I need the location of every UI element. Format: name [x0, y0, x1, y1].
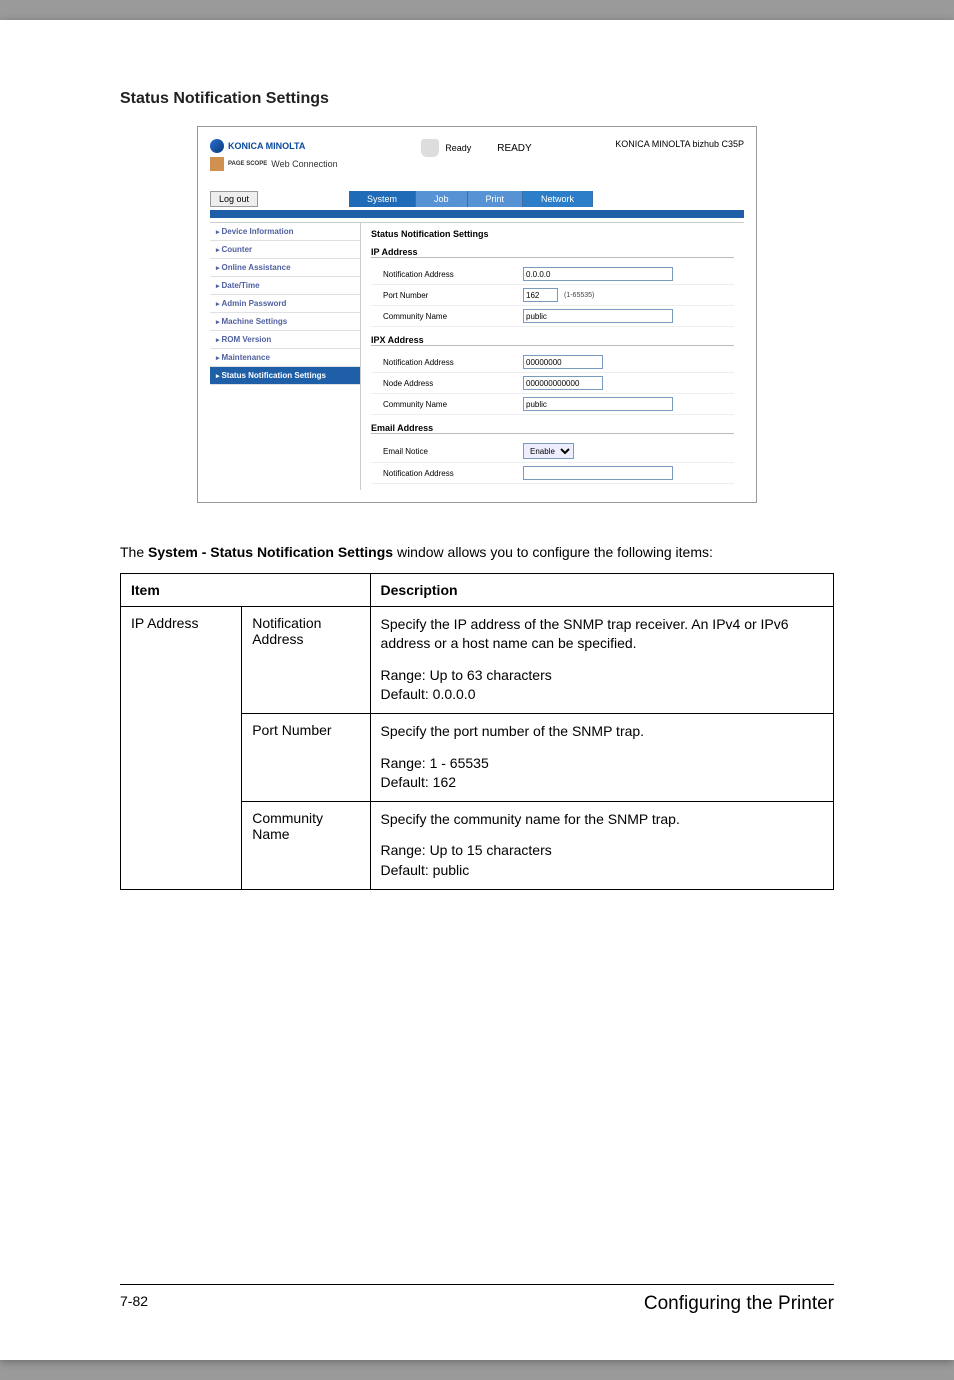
km-logo-text: KONICA MINOLTA — [228, 141, 305, 151]
sidebar-item-machine-settings[interactable]: Machine Settings — [210, 313, 360, 331]
tab-network[interactable]: Network — [523, 191, 593, 207]
blue-bar — [210, 210, 744, 218]
port-input[interactable] — [523, 288, 558, 302]
th-description: Description — [370, 573, 833, 606]
main-heading: Status Notification Settings — [371, 229, 734, 239]
ready-big: READY — [497, 143, 531, 154]
sidebar-item-counter[interactable]: Counter — [210, 241, 360, 259]
cell-sub: Notification Address — [242, 606, 370, 713]
pagescope-icon — [210, 157, 224, 171]
pagescope-text: PAGE SCOPE — [228, 161, 267, 167]
tab-print[interactable]: Print — [468, 191, 524, 207]
ipx-community-input[interactable] — [523, 397, 673, 411]
settings-table: Item Description IP Address Notification… — [120, 573, 834, 890]
ipx-community-label: Community Name — [383, 400, 523, 409]
footer: 7-82 Configuring the Printer — [120, 1284, 834, 1315]
th-item: Item — [121, 573, 371, 606]
sidebar-item-date-time[interactable]: Date/Time — [210, 277, 360, 295]
port-label: Port Number — [383, 291, 523, 300]
cell-desc: Specify the IP address of the SNMP trap … — [370, 606, 833, 713]
email-section-title: Email Address — [371, 423, 734, 434]
cell-desc: Specify the community name for the SNMP … — [370, 801, 833, 889]
cell-sub: Port Number — [242, 713, 370, 801]
ipx-notif-input[interactable] — [523, 355, 603, 369]
ipx-section-title: IPX Address — [371, 335, 734, 346]
ip-section-title: IP Address — [371, 247, 734, 258]
email-notif-label: Notification Address — [383, 469, 523, 478]
cell-item: IP Address — [121, 606, 242, 889]
web-connection-text: Web Connection — [271, 159, 337, 169]
page-number: 7-82 — [120, 1293, 148, 1315]
sidebar-item-admin-password[interactable]: Admin Password — [210, 295, 360, 313]
community-input[interactable] — [523, 309, 673, 323]
cell-sub: Community Name — [242, 801, 370, 889]
model-text: KONICA MINOLTA bizhub C35P — [615, 139, 744, 149]
node-label: Node Address — [383, 379, 523, 388]
km-logo-icon — [210, 139, 224, 153]
tab-job[interactable]: Job — [416, 191, 468, 207]
printer-icon — [421, 139, 439, 157]
notif-addr-input[interactable] — [523, 267, 673, 281]
email-notice-label: Email Notice — [383, 447, 523, 456]
tab-system[interactable]: System — [349, 191, 416, 207]
email-notif-input[interactable] — [523, 466, 673, 480]
sidebar-item-status-notif[interactable]: Status Notification Settings — [210, 367, 360, 385]
table-row: IP Address Notification Address Specify … — [121, 606, 834, 713]
tab-bar: System Job Print Network — [349, 191, 593, 207]
embedded-screenshot: KONICA MINOLTA PAGE SCOPE Web Connection… — [197, 126, 757, 503]
sidebar-item-maintenance[interactable]: Maintenance — [210, 349, 360, 367]
sidebar-item-online-assistance[interactable]: Online Assistance — [210, 259, 360, 277]
community-label: Community Name — [383, 312, 523, 321]
port-hint: (1-65535) — [564, 292, 594, 299]
sidebar-item-rom-version[interactable]: ROM Version — [210, 331, 360, 349]
cell-desc: Specify the port number of the SNMP trap… — [370, 713, 833, 801]
sidebar: Device Information Counter Online Assist… — [210, 223, 360, 490]
ready-small: Ready — [445, 143, 471, 153]
sidebar-item-device-info[interactable]: Device Information — [210, 223, 360, 241]
description-text: The System - Status Notification Setting… — [120, 543, 834, 563]
footer-title: Configuring the Printer — [644, 1293, 834, 1315]
node-input[interactable] — [523, 376, 603, 390]
email-notice-select[interactable]: Enable — [523, 443, 574, 459]
logout-button[interactable]: Log out — [210, 191, 258, 207]
ipx-notif-label: Notification Address — [383, 358, 523, 367]
notif-addr-label: Notification Address — [383, 270, 523, 279]
page-title: Status Notification Settings — [120, 90, 834, 108]
